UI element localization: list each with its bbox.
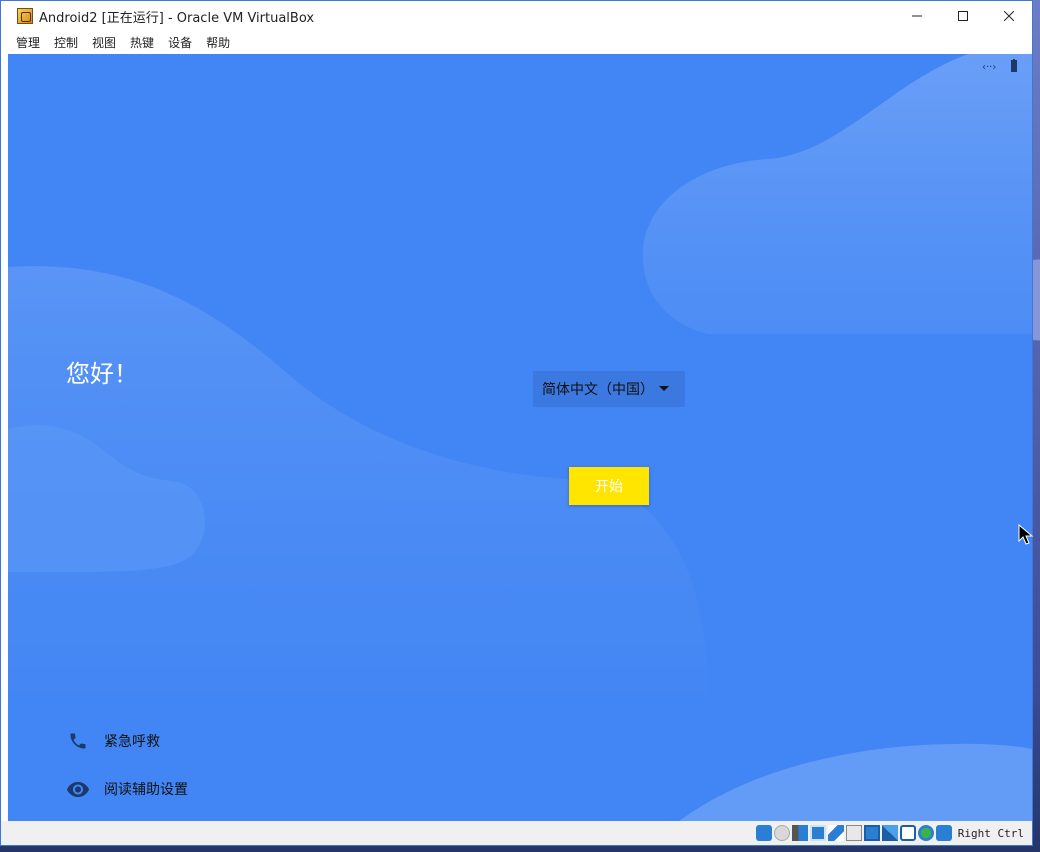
virtualbox-window: Android2 [正在运行] - Oracle VM VirtualBox 管… — [0, 0, 1033, 846]
hard-disk-icon[interactable] — [755, 825, 772, 841]
maximize-button[interactable] — [940, 1, 986, 31]
battery-icon — [1011, 59, 1017, 72]
maximize-icon — [958, 11, 968, 21]
close-button[interactable] — [986, 1, 1032, 31]
network-icon[interactable] — [809, 825, 826, 841]
menu-manage[interactable]: 管理 — [9, 34, 47, 51]
virtualbox-app-icon — [17, 8, 33, 24]
menu-view[interactable]: 视图 — [85, 34, 123, 51]
shared-folders-icon[interactable] — [845, 825, 862, 841]
host-key-label: Right Ctrl — [957, 826, 1024, 840]
window-title: Android2 [正在运行] - Oracle VM VirtualBox — [39, 10, 315, 26]
display-icon[interactable] — [863, 825, 880, 841]
data-transfer-icon: ‹··› — [982, 62, 996, 72]
mouse-integration-icon[interactable] — [917, 825, 934, 841]
menu-hotkeys[interactable]: 热键 — [123, 34, 161, 51]
keyboard-capture-icon[interactable] — [935, 825, 952, 841]
svg-text:‹··›: ‹··› — [982, 62, 996, 72]
menu-devices[interactable]: 设备 — [161, 34, 199, 51]
emergency-call-label: 紧急呼救 — [104, 734, 160, 750]
menu-bar: 管理 控制 视图 热键 设备 帮助 — [1, 31, 1032, 53]
menu-help[interactable]: 帮助 — [199, 34, 237, 51]
audio-icon[interactable] — [791, 825, 808, 841]
menu-control[interactable]: 控制 — [47, 34, 85, 51]
optical-drive-icon[interactable] — [773, 825, 790, 841]
accessibility-label: 阅读辅助设置 — [104, 782, 188, 798]
vm-display[interactable]: ‹··› 您好！ 简体中文（中国） 开始 紧急呼救 阅读辅助设置 — [8, 54, 1032, 822]
recording-icon[interactable] — [881, 825, 898, 841]
start-button[interactable]: 开始 — [569, 467, 649, 505]
usb-icon[interactable] — [827, 825, 844, 841]
vm-status-bar: Right Ctrl — [1, 821, 1032, 845]
language-label: 简体中文（中国） — [542, 382, 654, 398]
virtualization-icon[interactable] — [899, 825, 916, 841]
window-controls — [894, 1, 1032, 31]
language-select[interactable]: 简体中文（中国） — [533, 371, 685, 407]
minimize-button[interactable] — [894, 1, 940, 31]
title-bar[interactable]: Android2 [正在运行] - Oracle VM VirtualBox — [1, 1, 1032, 31]
accessibility-link[interactable]: 阅读辅助设置 — [66, 777, 188, 801]
phone-icon — [66, 729, 90, 753]
minimize-icon — [912, 15, 922, 17]
dropdown-arrow-icon — [659, 386, 669, 391]
eye-icon — [66, 777, 90, 801]
close-icon — [1004, 11, 1014, 21]
android-status-icons: ‹··› — [982, 59, 1018, 73]
greeting-text: 您好！ — [66, 360, 138, 388]
emergency-call-link[interactable]: 紧急呼救 — [66, 729, 160, 753]
mouse-cursor-icon — [1018, 524, 1034, 545]
background-waves — [8, 54, 1032, 822]
